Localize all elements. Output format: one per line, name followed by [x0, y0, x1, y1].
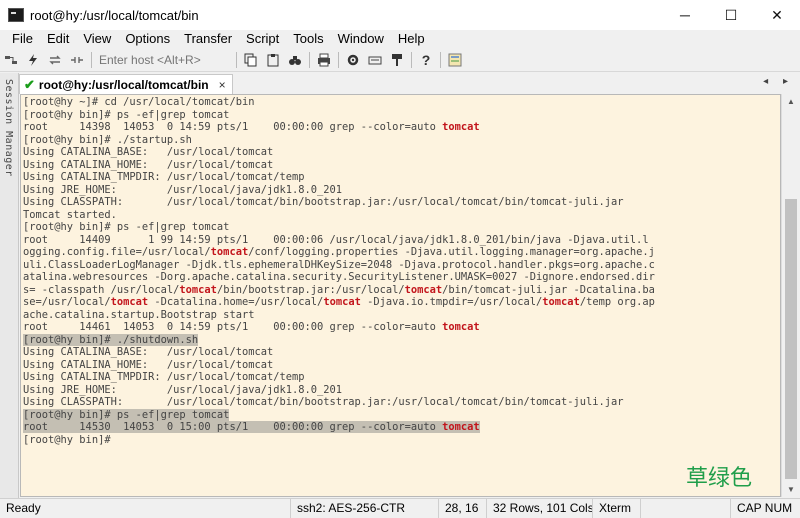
terminal-line: Using CATALINA_BASE: /usr/local/tomcat [23, 346, 274, 358]
menu-edit[interactable]: Edit [40, 30, 76, 48]
paste-icon[interactable] [262, 50, 284, 70]
grep-match: tomcat [179, 283, 217, 296]
watermark-text: 草绿色 [685, 466, 752, 491]
status-terminal-size: 32 Rows, 101 Cols [486, 498, 592, 518]
menu-tools[interactable]: Tools [286, 30, 330, 48]
terminal-line: ogging.config.file=/usr/local/tomcat/con… [23, 246, 655, 258]
status-key-state: CAP NUM [730, 498, 800, 518]
terminal-line: Using CLASSPATH: /usr/local/tomcat/bin/b… [23, 396, 624, 408]
scroll-down-icon[interactable]: ▼ [782, 482, 800, 497]
status-filler [640, 498, 730, 518]
terminal-output[interactable]: 草绿色 [root@hy ~]# cd /usr/local/tomcat/bi… [20, 94, 781, 497]
terminal-line: root 14530 14053 0 15:00 pts/1 00:00:00 … [23, 421, 480, 433]
connect-icon[interactable] [0, 50, 22, 70]
toolbar-separator [309, 51, 310, 68]
terminal-app-icon [8, 8, 24, 22]
terminal-line: [root@hy ~]# cd /usr/local/tomcat/bin [23, 96, 255, 108]
minimize-button[interactable]: ─ [662, 0, 708, 30]
terminal-line: [root@hy bin]# [23, 433, 117, 446]
terminal-line: root 14398 14053 0 14:59 pts/1 00:00:00 … [23, 121, 480, 133]
host-input[interactable] [95, 52, 233, 67]
menu-script[interactable]: Script [239, 30, 286, 48]
scroll-up-icon[interactable]: ▲ [782, 94, 800, 109]
menu-bar: File Edit View Options Transfer Script T… [0, 30, 800, 48]
terminal-line: Using JRE_HOME: /usr/local/java/jdk1.8.0… [23, 183, 343, 196]
toolbar-separator [440, 51, 441, 68]
menu-transfer[interactable]: Transfer [177, 30, 239, 48]
tab-label: root@hy:/usr/local/tomcat/bin [38, 77, 209, 92]
sftp-icon[interactable] [386, 50, 408, 70]
grep-match: tomcat [110, 296, 149, 308]
tab-close-icon[interactable]: × [219, 78, 226, 92]
window-controls: ─ ☐ ✕ [662, 0, 800, 30]
session-manager-panel[interactable]: Session Manager [0, 73, 19, 498]
terminal-line: se=/usr/local/tomcat -Dcatalina.home=/us… [23, 296, 655, 308]
terminal-line: Using CATALINA_TMPDIR: /usr/local/tomcat… [23, 371, 305, 383]
status-terminal-type: Xterm [592, 498, 640, 518]
toolbar: ? [0, 48, 800, 72]
toolbar-separator [338, 51, 339, 68]
menu-help[interactable]: Help [391, 30, 432, 48]
terminal-line: [root@hy bin]# ps -ef|grep tomcat [23, 108, 230, 121]
print-icon[interactable] [313, 50, 335, 70]
grep-match: tomcat [323, 296, 361, 308]
terminal-line: atalina.webresources -Dorg.apache.catali… [23, 271, 655, 283]
terminal-line: uli.ClassLoaderLogManager -Djdk.tls.ephe… [23, 258, 655, 271]
grep-match: tomcat [442, 421, 480, 433]
disconnect-icon[interactable] [66, 50, 88, 70]
terminal-line: ache.catalina.startup.Bootstrap start [23, 308, 255, 321]
menu-window[interactable]: Window [331, 30, 391, 48]
status-bar: Ready ssh2: AES-256-CTR 28, 16 32 Rows, … [0, 498, 800, 518]
toolbar-separator [236, 51, 237, 68]
status-ready: Ready [6, 500, 41, 515]
keymap-icon[interactable] [364, 50, 386, 70]
status-cursor-position: 28, 16 [438, 498, 486, 518]
reconnect-icon[interactable] [44, 50, 66, 70]
terminal-line: root 14461 14053 0 14:59 pts/1 00:00:00 … [23, 321, 480, 333]
toolbar-separator [91, 51, 92, 68]
terminal-line: [root@hy bin]# ps -ef|grep tomcat [23, 221, 230, 233]
menu-file[interactable]: File [0, 30, 40, 48]
terminal-line: Using CATALINA_BASE: /usr/local/tomcat [23, 146, 274, 158]
menu-options[interactable]: Options [118, 30, 177, 48]
menu-view[interactable]: View [76, 30, 118, 48]
terminal-line: Using CATALINA_HOME: /usr/local/tomcat [23, 158, 274, 171]
status-encryption: ssh2: AES-256-CTR [290, 498, 438, 518]
toolbar-separator [411, 51, 412, 68]
vertical-scrollbar[interactable]: ▲ ▼ [781, 94, 800, 497]
terminal-line: root 14409 1 99 14:59 pts/1 00:00:06 /us… [23, 233, 649, 246]
terminal-line: Using CATALINA_TMPDIR: /usr/local/tomcat… [23, 171, 305, 183]
script-icon[interactable] [444, 50, 466, 70]
window-title: root@hy:/usr/local/tomcat/bin [30, 7, 199, 23]
find-icon[interactable] [284, 50, 306, 70]
terminal-line: Using CATALINA_HOME: /usr/local/tomcat [23, 358, 274, 371]
tab-scroll-arrows[interactable]: ◂ ▸ [763, 76, 794, 87]
maximize-button[interactable]: ☐ [708, 0, 754, 30]
grep-match: tomcat [404, 283, 443, 296]
scrollbar-thumb[interactable] [785, 199, 797, 479]
terminal-line: s= -classpath /usr/local/tomcat/bin/boot… [23, 283, 655, 296]
terminal-line: [root@hy bin]# ./shutdown.sh [23, 333, 199, 346]
copy-icon[interactable] [240, 50, 262, 70]
terminal-line: [root@hy bin]# ./startup.sh [23, 133, 192, 146]
close-window-button[interactable]: ✕ [754, 0, 800, 30]
settings-icon[interactable] [342, 50, 364, 70]
quick-connect-icon[interactable] [22, 50, 44, 70]
grep-match: tomcat [210, 246, 249, 258]
grep-match: tomcat [442, 121, 480, 133]
grep-match: tomcat [442, 321, 480, 333]
connected-check-icon: ✔ [24, 76, 35, 92]
terminal-line: [root@hy bin]# ps -ef|grep tomcat [23, 408, 230, 421]
terminal-line: Using CLASSPATH: /usr/local/tomcat/bin/b… [23, 196, 624, 208]
session-manager-label: Session Manager [3, 79, 14, 177]
terminal-line: Using JRE_HOME: /usr/local/java/jdk1.8.0… [23, 383, 343, 396]
tab-session[interactable]: ✔ root@hy:/usr/local/tomcat/bin × [19, 74, 233, 94]
title-bar: root@hy:/usr/local/tomcat/bin ─ ☐ ✕ [0, 0, 800, 30]
grep-match: tomcat [542, 296, 580, 308]
tab-bar: ✔ root@hy:/usr/local/tomcat/bin × ◂ ▸ [19, 73, 800, 94]
terminal-line: Tomcat started. [23, 208, 117, 221]
help-icon[interactable]: ? [415, 50, 437, 70]
